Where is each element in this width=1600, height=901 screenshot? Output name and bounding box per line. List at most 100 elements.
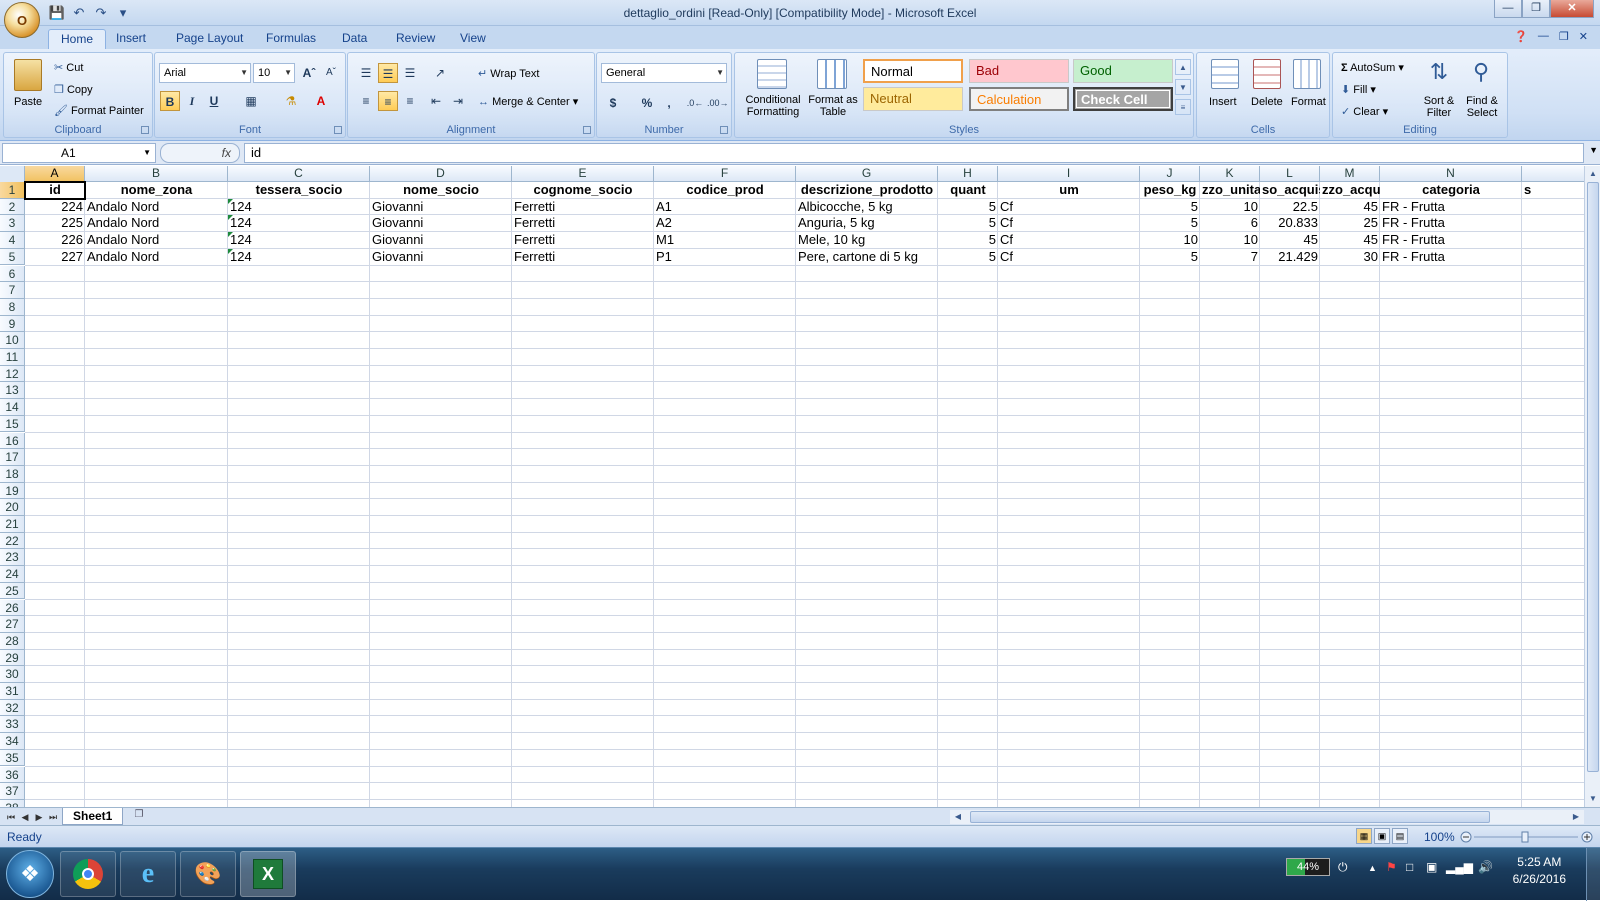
sheet-tab-sheet1[interactable]: Sheet1	[62, 808, 124, 825]
align-right-icon[interactable]: ≡	[400, 91, 420, 111]
table-cell[interactable]: 5	[1140, 215, 1200, 231]
cut-button[interactable]: ✂ Cut	[54, 61, 83, 75]
orientation-icon[interactable]: ↗	[430, 63, 450, 83]
column-header-d[interactable]: D	[370, 166, 512, 182]
align-center-icon[interactable]: ≡	[378, 91, 398, 111]
column-header-l[interactable]: L	[1260, 166, 1320, 182]
row-header-6[interactable]: 6	[0, 265, 25, 283]
sort-filter-button[interactable]: Sort & Filter	[1419, 95, 1459, 119]
cell-style-neutral[interactable]: Neutral	[863, 87, 963, 111]
column-header-g[interactable]: G	[796, 166, 938, 182]
table-cell[interactable]: Andalo Nord	[85, 232, 228, 248]
scroll-down-icon[interactable]: ▼	[1585, 791, 1600, 807]
conditional-formatting-icon[interactable]	[757, 59, 787, 89]
row-header-9[interactable]: 9	[0, 315, 25, 333]
table-cell[interactable]: 124	[228, 215, 370, 231]
table-cell[interactable]: 124	[228, 248, 370, 265]
table-cell[interactable]: 5	[938, 215, 998, 231]
first-sheet-icon[interactable]: ⏮	[4, 809, 18, 825]
action-center-icon[interactable]: ⚑	[1386, 860, 1397, 874]
table-cell[interactable]: 225	[25, 215, 85, 231]
table-cell[interactable]: 5	[1140, 199, 1200, 215]
table-cell[interactable]: 22.5	[1260, 199, 1320, 215]
help-icon[interactable]: ❓	[1514, 30, 1528, 43]
table-cell[interactable]: Andalo Nord	[85, 199, 228, 215]
row-header-15[interactable]: 15	[0, 415, 25, 433]
gallery-down-icon[interactable]: ▼	[1175, 79, 1191, 95]
tab-insert[interactable]: Insert	[104, 29, 158, 50]
zoom-thumb[interactable]	[1521, 831, 1529, 843]
conditional-formatting-button[interactable]: Conditional Formatting	[741, 94, 805, 118]
name-box[interactable]: A1 ▼	[2, 143, 156, 163]
table-cell[interactable]: 5	[938, 232, 998, 248]
number-format-combo[interactable]: General ▼	[601, 63, 727, 83]
cell-style-good[interactable]: Good	[1073, 59, 1173, 83]
row-header-4[interactable]: 4	[0, 232, 25, 249]
minimize-workbook-icon[interactable]: —	[1538, 30, 1549, 43]
header-cell-c[interactable]: tessera_socio	[228, 182, 370, 198]
table-cell[interactable]: Albicocche, 5 kg	[796, 199, 938, 215]
next-sheet-icon[interactable]: ▶	[32, 809, 46, 825]
align-top-icon[interactable]: ☰	[356, 63, 376, 83]
table-cell[interactable]: 21.429	[1260, 249, 1320, 265]
shrink-font-icon[interactable]: Aˇ	[321, 63, 341, 83]
format-cells-icon[interactable]	[1293, 59, 1321, 89]
row-header-28[interactable]: 28	[0, 632, 25, 650]
table-cell[interactable]: Giovanni	[370, 199, 512, 215]
excel-icon[interactable]: X	[240, 851, 296, 897]
row-header-23[interactable]: 23	[0, 549, 25, 567]
table-cell[interactable]: 124	[228, 198, 370, 215]
row-header-29[interactable]: 29	[0, 649, 25, 667]
row-header-3[interactable]: 3	[0, 215, 25, 233]
row-header-21[interactable]: 21	[0, 516, 25, 533]
row-header-20[interactable]: 20	[0, 499, 25, 516]
network-device-icon[interactable]: ▣	[1426, 860, 1437, 874]
worksheet-grid[interactable]: ABCDEFGHIJKLMN 1 2 3 4 5 6 7 8 9 10 11 12 13 14 15 16 17…	[0, 166, 1584, 807]
row-header-1[interactable]: 1	[0, 182, 25, 199]
table-cell[interactable]: Anguria, 5 kg	[796, 215, 938, 231]
table-cell[interactable]: 30	[1320, 249, 1380, 265]
table-cell[interactable]: Cf	[998, 232, 1140, 248]
table-cell[interactable]: 45	[1320, 199, 1380, 215]
copy-button[interactable]: ❐ Copy	[54, 83, 93, 97]
row-header-18[interactable]: 18	[0, 465, 25, 483]
binoculars-icon[interactable]: ⚲	[1467, 59, 1495, 89]
table-cell[interactable]: Ferretti	[512, 249, 654, 265]
last-sheet-icon[interactable]: ⏭	[46, 809, 60, 825]
align-left-icon[interactable]: ≡	[356, 91, 376, 111]
row-header-25[interactable]: 25	[0, 582, 25, 600]
table-cell[interactable]: Pere, cartone di 5 kg	[796, 249, 938, 265]
table-cell[interactable]: 227	[25, 249, 85, 265]
dialog-launcher-icon[interactable]	[583, 126, 591, 134]
table-cell[interactable]: P1	[654, 249, 796, 265]
wrap-text-button[interactable]: ↵ Wrap Text	[478, 67, 539, 81]
row-header-32[interactable]: 32	[0, 699, 25, 717]
row-header-33[interactable]: 33	[0, 716, 25, 734]
table-cell[interactable]: Ferretti	[512, 232, 654, 248]
table-cell[interactable]: 45	[1260, 232, 1320, 248]
tab-formulas[interactable]: Formulas	[254, 29, 328, 50]
show-hidden-icons[interactable]: ▲	[1368, 863, 1377, 873]
row-header-12[interactable]: 12	[0, 365, 25, 383]
header-cell-h[interactable]: quant	[938, 182, 998, 198]
minimize-button[interactable]: —	[1494, 0, 1522, 18]
borders-icon[interactable]: ▦	[241, 91, 261, 111]
row-header-35[interactable]: 35	[0, 749, 25, 767]
column-header-c[interactable]: C	[228, 166, 370, 182]
restore-workbook-icon[interactable]: ❐	[1559, 30, 1569, 43]
table-cell[interactable]: FR - Frutta	[1380, 249, 1522, 265]
table-cell[interactable]: 5	[938, 199, 998, 215]
table-cell[interactable]: 5	[1140, 249, 1200, 265]
scroll-right-icon[interactable]: ▶	[1568, 809, 1584, 823]
row-header-22[interactable]: 22	[0, 532, 25, 550]
normal-view-icon[interactable]: ▦	[1356, 828, 1372, 844]
column-header-a[interactable]: A	[25, 166, 85, 182]
horizontal-scrollbar[interactable]: ◀ ▶	[950, 810, 1584, 824]
row-header-19[interactable]: 19	[0, 482, 25, 500]
vertical-scrollbar[interactable]: ▲ ▼	[1584, 166, 1600, 807]
cell-style-bad[interactable]: Bad	[969, 59, 1069, 83]
table-cell[interactable]: Andalo Nord	[85, 249, 228, 265]
header-cell-f[interactable]: codice_prod	[654, 182, 796, 198]
power-plug-icon[interactable]: ⏻	[1338, 860, 1348, 875]
paste-icon[interactable]	[14, 59, 42, 91]
